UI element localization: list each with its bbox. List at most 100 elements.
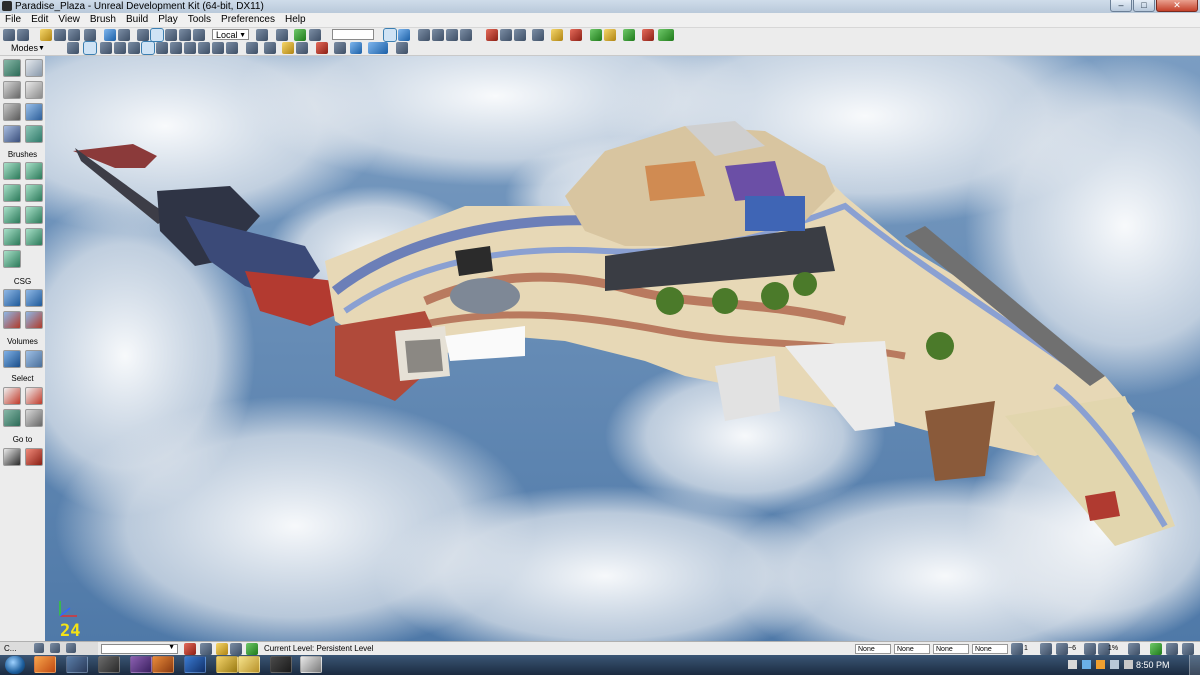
snap-field-2[interactable]: None [894,644,930,654]
go-to-actor-button[interactable] [25,448,43,466]
save-all-icon[interactable] [68,29,80,41]
groups-icon[interactable] [590,29,602,41]
non-uniform-scale-icon[interactable] [193,29,205,41]
build-cover-icon[interactable] [460,29,472,41]
matinee-icon[interactable] [309,29,321,41]
drag-grid-icon[interactable] [184,643,196,655]
coordinate-space-dropdown[interactable]: Local ▼ [212,29,249,40]
realtime-preview-icon[interactable] [383,28,397,42]
build-all-icon[interactable] [486,29,498,41]
lighting-only-icon[interactable] [170,42,182,54]
geometry-mode-button[interactable] [25,59,43,77]
wireframe-icon[interactable] [100,42,112,54]
tray-expand-icon[interactable] [1068,660,1077,669]
streaming-icon[interactable] [334,42,346,54]
firefox-icon[interactable] [34,656,56,673]
eye-icon[interactable] [296,42,308,54]
show-desktop-button[interactable] [1189,655,1200,675]
menu-edit[interactable]: Edit [26,13,53,27]
maximize-button[interactable]: □ [1133,0,1155,12]
spiral-stair-brush-button[interactable] [3,228,21,246]
select-mode-icon[interactable] [137,29,149,41]
favorites-icon[interactable] [40,29,52,41]
scale-mode-icon[interactable] [179,29,191,41]
menu-play[interactable]: Play [153,13,182,27]
snap-field-4[interactable]: None [972,644,1008,654]
menu-view[interactable]: View [53,13,85,27]
camera-speed-icon[interactable] [316,42,328,54]
material-editor-icon[interactable] [551,29,563,41]
rotation-snap-dropdown[interactable] [1084,643,1096,655]
save-package-icon[interactable] [84,29,96,41]
g-mode-icon[interactable] [264,42,276,54]
lightmap-density-icon[interactable] [226,42,238,54]
show-all-button[interactable] [25,409,43,427]
go-to-builder-brush-button[interactable] [3,448,21,466]
cylinder-brush-button[interactable] [25,184,43,202]
build-paths-icon[interactable] [446,29,458,41]
menu-brush[interactable]: Brush [85,13,121,27]
perspective-viewport[interactable] [45,56,1200,641]
grid-snap-dropdown[interactable] [1040,643,1052,655]
power-icon[interactable] [1110,660,1119,669]
command-panel[interactable]: C... [0,642,98,656]
menu-preferences[interactable]: Preferences [216,13,280,27]
drag-checkbox-icon[interactable] [1166,643,1178,655]
csg-add-button[interactable] [3,289,21,307]
snap-field-1[interactable]: None [855,644,891,654]
snap-field-3[interactable]: None [933,644,969,654]
cone-brush-button[interactable] [25,162,43,180]
stop-icon[interactable] [350,42,362,54]
menu-tools[interactable]: Tools [183,13,216,27]
media-player-icon[interactable] [98,656,120,673]
volumetric-brush-button[interactable] [3,250,21,268]
save-icon[interactable] [54,29,66,41]
landscape-mode-button[interactable] [3,125,21,143]
close-button[interactable]: ✕ [1156,0,1198,12]
find-actors-icon[interactable] [256,29,268,41]
texture-density-icon[interactable] [198,42,210,54]
play-in-editor-icon[interactable] [623,29,635,41]
undo-icon[interactable] [104,29,116,41]
command-input[interactable]: ▼ [101,644,178,654]
rotation-grid-icon[interactable] [200,643,212,655]
actor-classes-icon[interactable] [570,29,582,41]
show-selected-button[interactable] [3,387,21,405]
open-map-icon[interactable] [17,29,29,41]
game-view-icon[interactable] [246,42,258,54]
folder-icon[interactable] [216,656,238,673]
play-icon[interactable] [658,29,674,41]
translate-mode-icon[interactable] [150,28,164,42]
layers-icon[interactable] [604,29,616,41]
add-volume-button[interactable] [3,350,21,368]
sheet-brush-button[interactable] [25,206,43,224]
console-icon[interactable] [270,656,292,673]
sphere-brush-button[interactable] [25,228,43,246]
autosave-icon[interactable] [216,643,228,655]
minimize-button[interactable]: – [1110,0,1132,12]
photoshop-icon[interactable] [184,656,206,673]
texture-align-mode-button[interactable] [25,81,43,99]
rotation-snap-icon[interactable] [1056,643,1068,655]
shader-complexity-icon[interactable] [212,42,224,54]
panel-maximize-icon[interactable] [50,643,60,653]
menu-build[interactable]: Build [121,13,153,27]
kismet-icon[interactable] [276,29,288,41]
udk-task-icon[interactable] [238,656,260,673]
paint-app-icon[interactable] [152,656,174,673]
static-mesh-mode-button[interactable] [25,103,43,121]
menu-file[interactable]: File [0,13,26,27]
panel-close-icon[interactable] [66,643,76,653]
add-special-brush-button[interactable] [25,350,43,368]
csg-subtract-button[interactable] [25,289,43,307]
chevron-down-icon[interactable]: ▼ [38,42,45,55]
status-options-icon[interactable] [1182,643,1194,655]
current-level-icon[interactable] [246,643,258,655]
grid-snap-icon[interactable] [1011,643,1023,655]
camera-mode-button[interactable] [3,59,21,77]
vertex-snap-icon[interactable] [1150,643,1162,655]
build-lighting-icon[interactable] [432,29,444,41]
scene-manager-icon[interactable] [532,29,544,41]
level-browser-icon[interactable] [230,643,242,655]
settings-icon[interactable] [300,656,322,673]
